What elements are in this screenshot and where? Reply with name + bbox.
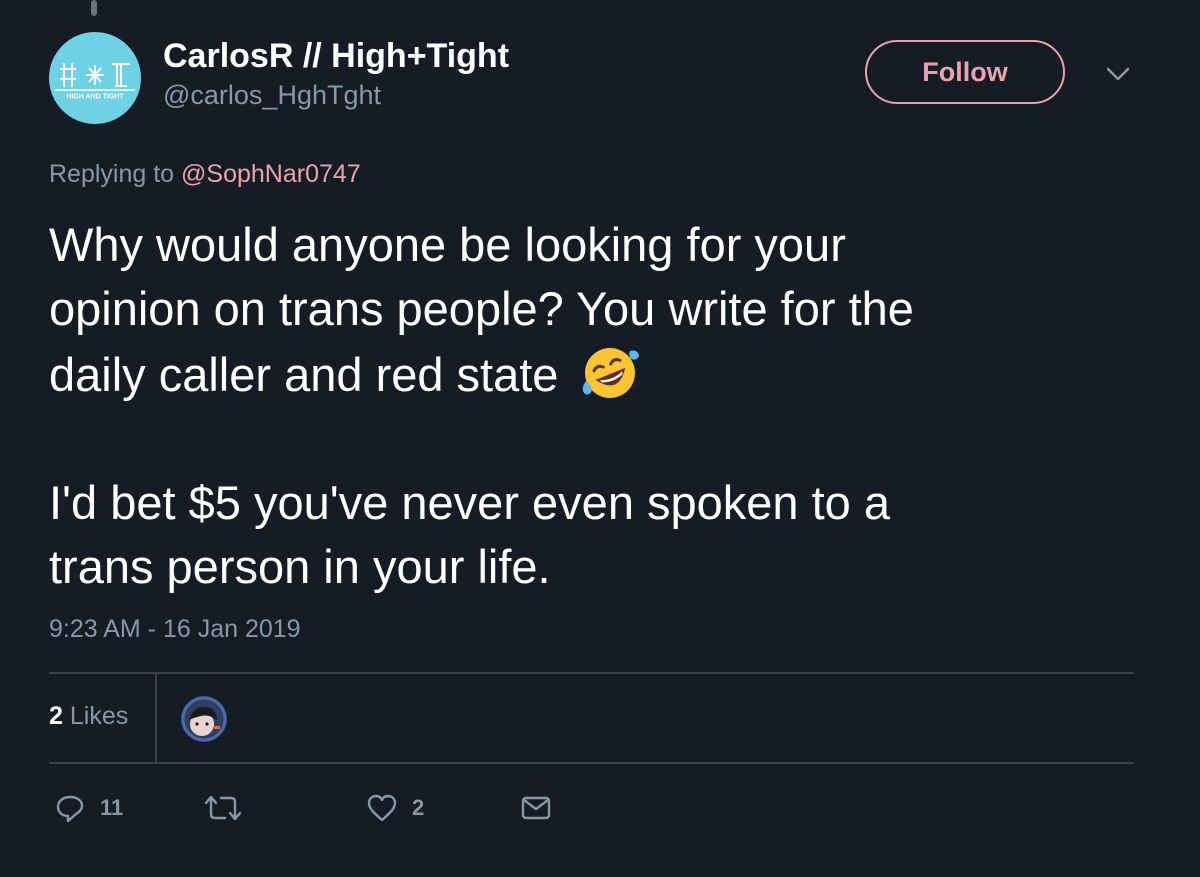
reply-count: 11 (100, 795, 124, 820)
envelope-icon (521, 796, 551, 820)
like-count: 2 (412, 795, 425, 820)
tweet-timestamp[interactable]: 9:23 AM - 16 Jan 2019 (49, 615, 301, 644)
reply-button[interactable]: 11 (54, 790, 123, 826)
follow-button[interactable]: Follow (865, 40, 1065, 104)
direct-message-button[interactable] (520, 790, 552, 826)
replying-to-label: Replying to (49, 160, 175, 188)
chevron-down-icon[interactable] (1103, 64, 1133, 84)
avatar-logo-text: HIGH AND TIGHT (66, 94, 124, 101)
author-display-name[interactable]: CarlosR // High+Tight (163, 37, 509, 76)
tweet-line: Why would anyone be looking for your (49, 218, 846, 271)
author-handle[interactable]: @carlos_HghTght (163, 80, 381, 111)
like-button[interactable]: 2 (366, 790, 424, 826)
tweet-line: daily caller and red state (49, 348, 559, 401)
reply-context: Replying to @SophNar0747 (49, 160, 361, 189)
tweet-line: opinion on trans people? You write for t… (49, 282, 914, 335)
reply-mention-link[interactable]: @SophNar0747 (181, 160, 361, 188)
retweet-icon (204, 795, 242, 821)
likes-label: Likes (69, 702, 129, 730)
heart-icon (367, 794, 397, 822)
stats-divider-bottom (49, 762, 1134, 764)
tweet-text: Why would anyone be looking for your opi… (49, 213, 1149, 599)
likes-count: 2 (49, 702, 63, 730)
author-avatar[interactable]: HIGH AND TIGHT (49, 32, 141, 124)
likes-stat[interactable]: 2 Likes (49, 702, 128, 731)
stats-divider-top (49, 672, 1134, 674)
tweet-line: I'd bet $5 you've never even spoken to a (49, 476, 891, 529)
tweet-line: trans person in your life. (49, 540, 551, 593)
liker-avatar-image (181, 696, 227, 742)
retweet-button[interactable] (203, 790, 257, 826)
thread-connector-line (91, 0, 97, 16)
high-and-tight-logo: HIGH AND TIGHT (55, 63, 135, 101)
stats-vertical-separator (155, 673, 157, 763)
liker-avatar[interactable] (181, 696, 227, 742)
reply-icon (56, 795, 84, 823)
tweet-line-with-emoji: daily caller and red state (49, 341, 1149, 407)
rolling-on-floor-laughing-emoji (582, 348, 639, 398)
